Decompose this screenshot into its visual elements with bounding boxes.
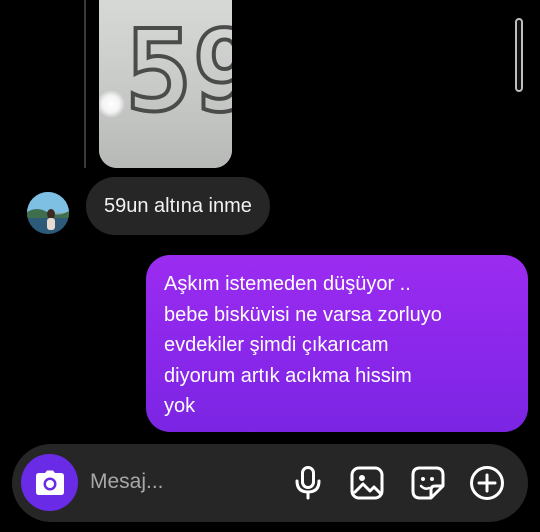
outgoing-message-line: Aşkım istemeden düşüyor .. (164, 273, 411, 295)
microphone-icon (295, 466, 321, 500)
outgoing-message-line: diyorum artık acıkma hissim (164, 364, 412, 387)
message-input[interactable]: Mesaj... (90, 470, 164, 494)
scale-digits: 59. (125, 7, 232, 137)
scale-photo[interactable]: 59. (99, 0, 232, 168)
incoming-message-bubble[interactable]: 59un altına inme (86, 177, 270, 235)
message-composer: Mesaj... (12, 444, 528, 522)
gallery-icon (350, 466, 384, 500)
camera-button[interactable] (21, 454, 78, 511)
contact-avatar[interactable] (27, 192, 69, 234)
incoming-message-text: 59un altına inme (104, 194, 252, 217)
sticker-icon (411, 466, 445, 500)
outgoing-message-line: yok (164, 395, 196, 417)
scale-display-graphic: 59. (99, 0, 232, 168)
add-icon (470, 466, 504, 500)
outgoing-message-bubble[interactable]: Aşkım istemeden düşüyor .. bebe bisküvis… (146, 255, 528, 432)
add-button[interactable] (468, 464, 506, 502)
outgoing-message-line: bebe bisküvisi ne varsa zorluyo (164, 303, 442, 326)
gallery-button[interactable] (348, 464, 386, 502)
reply-indicator-line (84, 0, 86, 168)
outgoing-message-line: evdekiler şimdi çıkarıcam (164, 334, 389, 356)
scrollbar[interactable] (515, 18, 523, 92)
sticker-button[interactable] (409, 464, 447, 502)
camera-icon (35, 470, 64, 495)
microphone-button[interactable] (289, 464, 327, 502)
